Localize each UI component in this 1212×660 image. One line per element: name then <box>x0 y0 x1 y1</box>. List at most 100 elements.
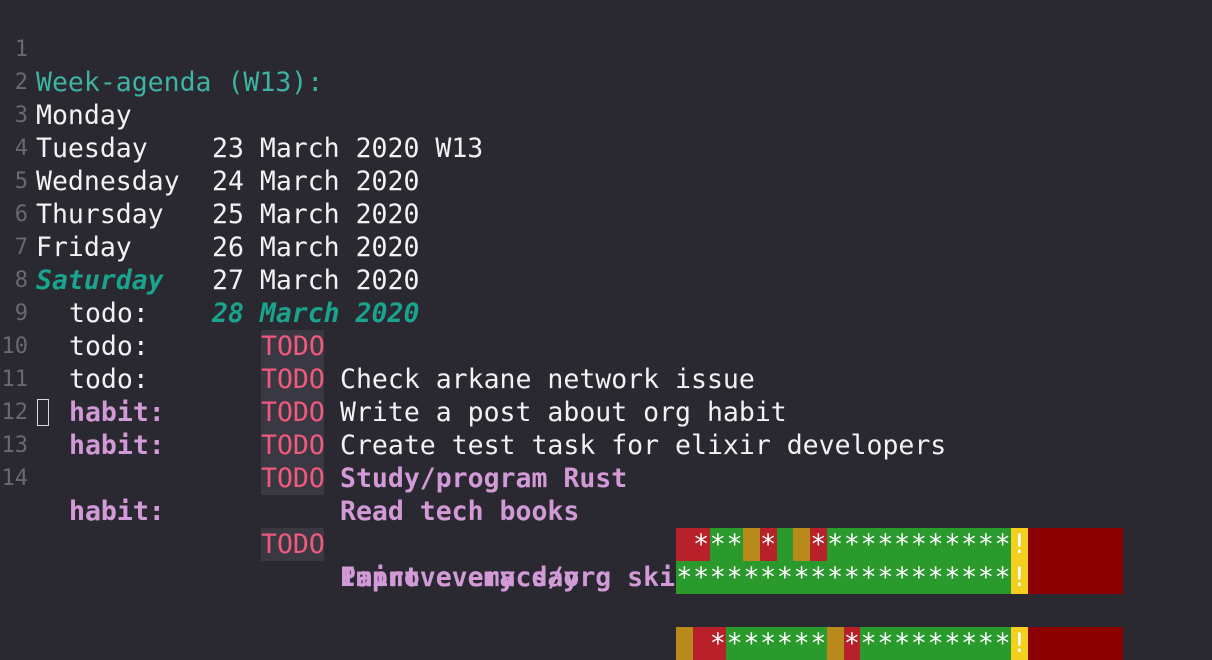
habit-day-cell: * <box>826 528 844 561</box>
habit-day-cell: * <box>994 627 1011 660</box>
habit-day-cell: * <box>709 561 727 594</box>
habit-entry[interactable]: 11 habit: TODO Study/program Rust * * * * * *… <box>0 330 1123 561</box>
habit-day-cell: * <box>743 561 760 594</box>
habit-day-cell: * <box>676 561 693 594</box>
day-date: 28 March 2020 <box>212 298 420 329</box>
habit-day-cell: * <box>692 528 710 561</box>
habit-day-cell: * <box>759 528 777 561</box>
habit-day-cell: * <box>910 561 928 594</box>
habit-day-cell: * <box>860 627 877 660</box>
habit-today-cell: ! <box>1011 528 1028 561</box>
habit-day-cell: * <box>810 561 827 594</box>
habit-day-cell: * <box>793 561 810 594</box>
day-date: 25 March 2020 <box>212 199 420 230</box>
habit-day-cell: * <box>977 561 995 594</box>
todo-keyword: TODO <box>261 528 325 561</box>
entry-task[interactable]: Study/program Rust <box>340 462 627 495</box>
entry-category: todo: <box>69 364 149 395</box>
day-line[interactable]: 2 Monday 23 March 2020 W13 <box>0 33 483 164</box>
habit-day-cell: * <box>893 528 911 561</box>
day-date: 24 March 2020 <box>212 166 420 197</box>
entry-task[interactable]: Read tech books <box>340 495 579 528</box>
line-number: 14 <box>1 466 29 491</box>
habit-day-cell: * <box>709 627 727 660</box>
habit-day-cell: * <box>759 627 777 660</box>
habit-day-cell: * <box>927 528 944 561</box>
habit-today-cell: ! <box>1011 627 1028 660</box>
entry-category: todo: <box>69 331 149 362</box>
day-date: 23 March 2020 W13 <box>212 133 484 164</box>
habit-day-cell: * <box>927 561 944 594</box>
habit-entry[interactable]: 13 habit: TODO Improve emacs/org ski ***… <box>0 396 1123 660</box>
habit-day-cell: * <box>743 627 760 660</box>
habit-today-cell: ! <box>1011 561 1028 594</box>
today-day-line[interactable]: 7 Saturday 28 March 2020 <box>0 198 420 329</box>
habit-day-cell: * <box>944 627 961 660</box>
habit-day-cell: * <box>793 627 810 660</box>
entry-task[interactable]: Create test task for elixir developers <box>340 429 946 462</box>
day-line[interactable]: 5 Thursday 26 March 2020 <box>0 132 420 263</box>
habit-day-cell: * <box>893 627 911 660</box>
habit-day-cell: * <box>877 561 894 594</box>
habit-future-cells <box>1027 627 1123 660</box>
agenda-buffer[interactable]: 1 Week-agenda (W13): 2 Monday 23 March 2… <box>0 0 1212 660</box>
habit-day-cell: * <box>910 528 928 561</box>
habit-day-cell: * <box>960 561 978 594</box>
habit-day-cell: * <box>994 561 1011 594</box>
habit-day-cell: * <box>877 528 894 561</box>
text-cursor <box>37 399 49 426</box>
day-line[interactable]: 6 Friday 27 March 2020 <box>0 165 420 296</box>
habit-day-cell: * <box>893 561 911 594</box>
habit-entry[interactable]: 12 habit: TODO Read tech books * * * * * * * * *… <box>0 363 1123 594</box>
habit-day-cell: * <box>843 561 861 594</box>
habit-day-cell: * <box>776 627 794 660</box>
habit-day-cell: * <box>810 627 827 660</box>
habit-day-cell: * <box>709 528 727 561</box>
agenda-title: Week-agenda (W13): <box>36 67 324 98</box>
entry-task[interactable]: Paint every day <box>340 561 579 594</box>
habit-day-cell <box>743 528 760 561</box>
habit-day-cell: * <box>843 627 861 660</box>
habit-future-cells <box>1027 561 1123 594</box>
habit-consistency-graph: * * * * * * * * * * * * * * * *! <box>676 528 1123 561</box>
entry-task[interactable]: Write a post about org habit <box>340 396 787 429</box>
habit-day-cell: * <box>843 528 861 561</box>
habit-day-cell: * <box>944 528 961 561</box>
entry-category: habit: <box>69 430 165 461</box>
habit-day-cell: * <box>960 528 978 561</box>
todo-keyword: TODO <box>261 429 325 462</box>
habit-day-cell: * <box>692 561 710 594</box>
agenda-entry[interactable]: 8 todo: TODO Check arkane network issue <box>0 231 755 395</box>
habit-day-cell <box>826 627 844 660</box>
habit-day-cell: * <box>759 561 777 594</box>
habit-day-cell: * <box>877 627 894 660</box>
habit-day-cell: * <box>977 627 995 660</box>
habit-day-cell: * <box>860 561 877 594</box>
habit-day-cell: * <box>977 528 995 561</box>
habit-day-cell: * <box>810 528 827 561</box>
habit-day-cell <box>793 528 810 561</box>
habit-day-cell <box>676 528 693 561</box>
day-date: 26 March 2020 <box>212 232 420 263</box>
habit-consistency-graph: ********************! <box>676 561 1123 594</box>
todo-keyword: TODO <box>261 396 325 429</box>
todo-keyword: TODO <box>261 363 325 396</box>
day-line[interactable]: 3 Tuesday 24 March 2020 <box>0 66 420 197</box>
habit-day-cell: * <box>726 627 743 660</box>
habit-day-cell: * <box>826 561 844 594</box>
todo-keyword: TODO <box>261 330 325 363</box>
entry-task[interactable]: Check arkane network issue <box>340 363 755 396</box>
habit-day-cell <box>692 627 710 660</box>
agenda-entry[interactable]: 10 todo: TODO Create test task for elixi… <box>0 297 947 461</box>
day-date: 27 March 2020 <box>212 265 420 296</box>
habit-future-cells <box>1027 528 1123 561</box>
habit-day-cell: * <box>776 561 794 594</box>
day-line[interactable]: 4 Wednesday 25 March 2020 <box>0 99 420 230</box>
entry-category: todo: <box>69 298 149 329</box>
agenda-header-line: 1 Week-agenda (W13): <box>0 0 323 98</box>
habit-entry[interactable]: 14 habit: TODO Paint every day * * * * * * * * *… <box>0 429 1123 660</box>
habit-day-cell: * <box>994 528 1011 561</box>
habit-day-cell: * <box>944 561 961 594</box>
habit-day-cell <box>776 528 794 561</box>
agenda-entry[interactable]: 9 todo: TODO Write a post about org habi… <box>0 264 787 428</box>
